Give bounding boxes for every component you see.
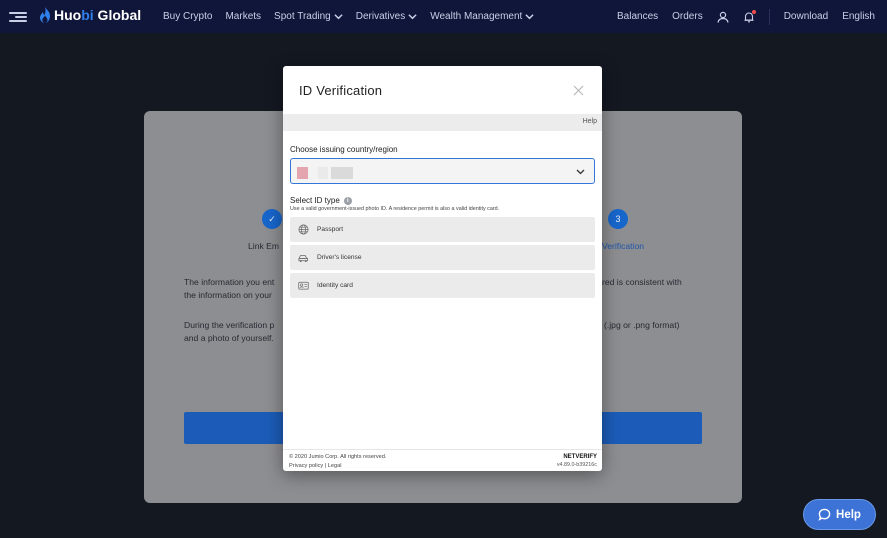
option-identity-card[interactable]: Identity card	[290, 273, 595, 298]
country-flag-part	[318, 167, 328, 179]
country-label: Choose issuing country/region	[290, 145, 398, 154]
menu-icon[interactable]	[9, 11, 27, 23]
chat-bubble-icon	[818, 508, 831, 521]
nav-spot-trading[interactable]: Spot Trading	[274, 11, 343, 22]
info-text-1a: The information you ent	[184, 277, 275, 287]
id-card-icon	[298, 281, 309, 290]
help-link[interactable]: Help	[583, 118, 597, 125]
info-text-1b: red is consistent with	[602, 277, 682, 287]
country-select[interactable]	[290, 158, 595, 184]
user-icon[interactable]	[717, 11, 729, 23]
globe-icon	[298, 224, 309, 235]
info-text-1c: the information on your	[184, 290, 272, 300]
chevron-down-icon	[576, 169, 585, 175]
id-type-label: Select ID type i	[290, 196, 352, 205]
nav-buy-crypto[interactable]: Buy Crypto	[163, 11, 212, 22]
main-nav: Buy Crypto Markets Spot Trading Derivati…	[163, 0, 547, 33]
option-label: Identity card	[317, 282, 353, 289]
version-text: v4.89.0-b39216c	[556, 462, 597, 468]
huobi-logo[interactable]: Huobi Global	[39, 7, 141, 23]
info-text-2a: During the verification p	[184, 320, 275, 330]
bell-icon[interactable]	[743, 9, 756, 23]
country-flag	[297, 167, 308, 179]
chevron-down-icon	[408, 14, 417, 20]
close-icon[interactable]	[573, 85, 584, 96]
info-text-2b: (.jpg or .png format)	[604, 320, 680, 330]
help-chat-button[interactable]: Help	[803, 499, 876, 530]
privacy-legal-links[interactable]: Privacy policy | Legal	[289, 462, 386, 471]
modal-title: ID Verification	[299, 83, 383, 98]
top-navbar: Huobi Global Buy Crypto Markets Spot Tra…	[0, 0, 887, 33]
car-icon	[298, 255, 308, 263]
option-label: Driver's license	[317, 254, 362, 261]
nav-derivatives[interactable]: Derivatives	[356, 11, 417, 22]
nav-balances[interactable]: Balances	[617, 11, 658, 22]
option-label: Passport	[317, 226, 344, 233]
nav-wealth-management[interactable]: Wealth Management	[430, 11, 534, 22]
nav-markets[interactable]: Markets	[225, 11, 261, 22]
step-check-icon: ✓	[262, 209, 282, 229]
help-button-label: Help	[836, 508, 861, 521]
step-1-label: Link Em	[248, 241, 280, 251]
country-flag-part	[308, 167, 318, 179]
notification-dot	[751, 9, 756, 14]
id-verification-modal: ID Verification Help Choose issuing coun…	[283, 66, 602, 471]
info-icon[interactable]: i	[343, 196, 352, 205]
id-type-hint: Use a valid government-issued photo ID. …	[290, 206, 500, 212]
language-selector[interactable]: English	[842, 11, 879, 22]
country-name-redacted	[331, 167, 353, 179]
flame-icon	[40, 7, 50, 23]
nav-orders[interactable]: Orders	[672, 11, 703, 22]
option-drivers-license[interactable]: Driver's license	[290, 245, 595, 270]
account-nav: Balances Orders Download English	[603, 0, 879, 33]
netverify-brand: NETVERIFY	[563, 454, 597, 460]
chevron-down-icon	[334, 14, 343, 20]
nav-divider	[768, 8, 770, 25]
modal-footer: © 2020 Jumio Corp. All rights reserved. …	[283, 449, 602, 471]
chevron-down-icon	[525, 14, 534, 20]
step-3-label: Verification	[602, 241, 645, 251]
help-bar: Help	[283, 114, 602, 131]
info-text-2c: and a photo of yourself.	[184, 333, 274, 343]
option-passport[interactable]: Passport	[290, 217, 595, 242]
step-3-badge: 3	[608, 209, 628, 229]
copyright-text: © 2020 Jumio Corp. All rights reserved.	[289, 454, 387, 460]
nav-download[interactable]: Download	[784, 11, 828, 22]
